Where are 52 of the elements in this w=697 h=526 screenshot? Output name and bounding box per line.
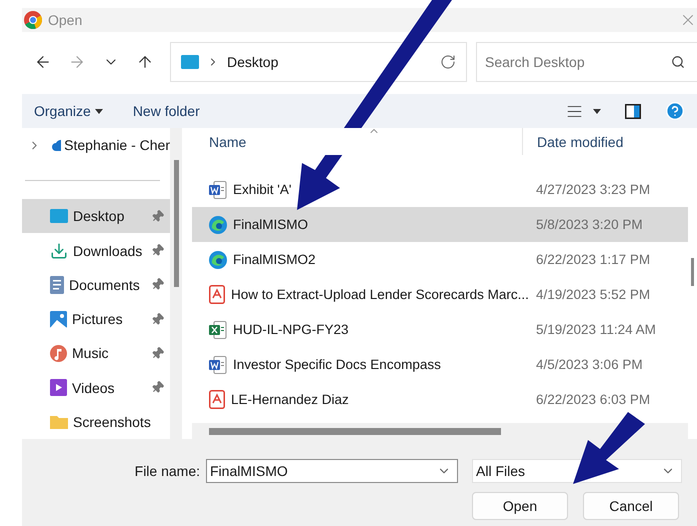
pointer-arrow xyxy=(573,412,645,484)
sidebar-item[interactable]: Pictures xyxy=(22,302,170,336)
sidebar-item[interactable]: Music xyxy=(22,336,170,370)
cloud-drive-item[interactable]: Stephanie - Cher xyxy=(22,128,170,162)
scrollbar-thumb[interactable] xyxy=(174,160,178,287)
column-header[interactable]: Name xyxy=(192,128,522,155)
address-bar[interactable]: Desktop xyxy=(170,42,467,82)
sidebar-item[interactable]: Documents xyxy=(22,268,170,302)
browser-file-icon xyxy=(209,216,227,234)
music-icon xyxy=(50,344,67,362)
search-field[interactable]: Search Desktop xyxy=(476,42,697,82)
sidebar-item[interactable]: Videos xyxy=(22,370,170,405)
window-title: Open xyxy=(48,12,84,28)
column-header[interactable]: Date modified xyxy=(522,128,682,155)
caret-icon xyxy=(593,108,601,114)
folder-icon xyxy=(50,414,68,429)
document-icon xyxy=(50,276,64,294)
dialog-button[interactable]: Cancel xyxy=(583,492,679,520)
desktop-icon xyxy=(181,55,199,69)
sidebar-item[interactable]: Screenshots xyxy=(22,404,170,439)
spreadsheet-icon xyxy=(209,320,227,338)
file-row[interactable]: How to Extract-Upload Lender Scorecards Marc... 4/19/2023 5:52 PM xyxy=(192,277,688,312)
file-row[interactable]: FinalMISMO 5/8/2023 3:20 PM xyxy=(192,207,688,242)
video-icon xyxy=(50,379,67,396)
desktop-icon xyxy=(50,209,68,224)
refresh-icon[interactable] xyxy=(440,54,456,70)
file-row[interactable]: Exhibit 'A' 4/27/2023 3:23 PM xyxy=(192,172,688,207)
file-name-field[interactable]: FinalMISMO xyxy=(206,459,458,483)
file-name-label: File name: xyxy=(134,463,201,479)
word-document-icon xyxy=(209,356,227,374)
scrollbar-thumb[interactable] xyxy=(691,258,694,286)
preview-pane-button[interactable] xyxy=(625,104,641,118)
file-row[interactable]: Investor Specific Docs Encompass 4/5/2023 3:06 PM xyxy=(192,347,688,382)
picture-icon xyxy=(50,310,67,328)
sidebar-item[interactable]: Downloads xyxy=(22,233,170,268)
cloud-icon xyxy=(52,139,62,152)
caret-icon xyxy=(94,108,103,114)
pdf-icon xyxy=(209,285,225,304)
scrollbar-thumb[interactable] xyxy=(209,428,501,434)
browser-file-icon xyxy=(209,250,227,268)
organize-menu[interactable]: Organize xyxy=(34,103,103,119)
search-icon xyxy=(671,55,685,69)
dialog-button[interactable]: Open xyxy=(472,492,568,520)
help-button[interactable] xyxy=(665,101,685,121)
download-icon xyxy=(50,242,68,260)
file-row[interactable]: HUD-IL-NPG-FY23 5/19/2023 11:24 AM xyxy=(192,312,688,347)
file-row[interactable]: FinalMISMO2 6/22/2023 1:17 PM xyxy=(192,242,688,277)
file-row[interactable]: LE-Hernandez Diaz 6/22/2023 6:03 PM xyxy=(192,382,688,417)
word-document-icon xyxy=(209,180,227,198)
pdf-icon xyxy=(209,390,225,409)
new-folder-button[interactable]: New folder xyxy=(132,103,200,119)
sidebar-item[interactable]: Desktop xyxy=(22,199,170,234)
